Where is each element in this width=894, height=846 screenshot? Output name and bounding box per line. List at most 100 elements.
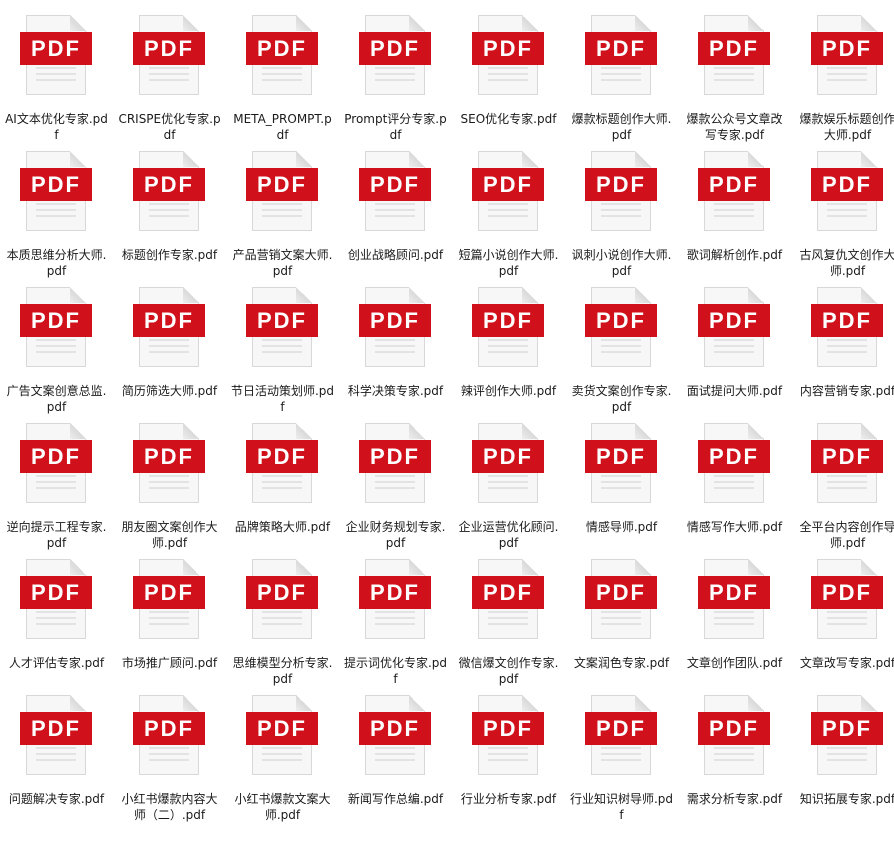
pdf-file-icon: PDF <box>20 423 92 507</box>
file-item[interactable]: PDF 微信爆文创作专家.pdf <box>452 554 565 690</box>
file-item[interactable]: PDF 讽刺小说创作大师.pdf <box>565 146 678 282</box>
file-name: 企业财务规划专家.pdf <box>345 520 446 550</box>
file-item[interactable]: PDF 简历筛选大师.pdf <box>113 282 226 418</box>
file-item[interactable]: PDF 提示词优化专家.pdf <box>339 554 452 690</box>
file-item[interactable]: PDF 小红书爆款文案大师.pdf <box>226 690 339 826</box>
pdf-file-icon: PDF <box>585 559 657 643</box>
file-item[interactable]: PDF 歌词解析创作.pdf <box>678 146 791 282</box>
text-lines-decoration <box>149 611 189 629</box>
file-item[interactable]: PDF 小红书爆款内容大师（二）.pdf <box>113 690 226 826</box>
file-item[interactable]: PDF 产品营销文案大师.pdf <box>226 146 339 282</box>
file-name: 爆款娱乐标题创作大师.pdf <box>799 112 894 142</box>
file-item[interactable]: PDF 爆款标题创作大师.pdf <box>565 10 678 146</box>
pdf-badge: PDF <box>133 32 205 65</box>
file-item[interactable]: PDF 文章创作团队.pdf <box>678 554 791 690</box>
file-name: 讽刺小说创作大师.pdf <box>571 248 672 278</box>
pdf-badge: PDF <box>472 576 544 609</box>
file-item[interactable]: PDF 人才评估专家.pdf <box>0 554 113 690</box>
file-item[interactable]: PDF 文案润色专家.pdf <box>565 554 678 690</box>
file-name: 标题创作专家.pdf <box>121 248 218 262</box>
file-item[interactable]: PDF 行业知识树导师.pdf <box>565 690 678 826</box>
file-item[interactable]: PDF 企业运营优化顾问.pdf <box>452 418 565 554</box>
file-name: 本质思维分析大师.pdf <box>6 248 107 278</box>
text-lines-decoration <box>36 339 76 357</box>
file-item[interactable]: PDF 逆向提示工程专家.pdf <box>0 418 113 554</box>
pdf-file-icon: PDF <box>246 287 318 371</box>
pdf-badge: PDF <box>246 440 318 473</box>
pdf-badge: PDF <box>811 712 883 745</box>
pdf-badge: PDF <box>811 440 883 473</box>
file-item[interactable]: PDF 知识拓展专家.pdf <box>791 690 894 826</box>
file-item[interactable]: PDF 行业分析专家.pdf <box>452 690 565 826</box>
file-item[interactable]: PDF 短篇小说创作大师.pdf <box>452 146 565 282</box>
file-item[interactable]: PDF 需求分析专家.pdf <box>678 690 791 826</box>
file-item[interactable]: PDF CRISPE优化专家.pdf <box>113 10 226 146</box>
file-item[interactable]: PDF 卖货文案创作专家.pdf <box>565 282 678 418</box>
page-fold <box>522 287 538 303</box>
text-lines-decoration <box>375 67 415 85</box>
pdf-file-icon: PDF <box>698 423 770 507</box>
file-item[interactable]: PDF 思维模型分析专家.pdf <box>226 554 339 690</box>
pdf-badge: PDF <box>359 304 431 337</box>
pdf-file-icon: PDF <box>698 15 770 99</box>
page-fold <box>861 559 877 575</box>
pdf-file-icon: PDF <box>698 559 770 643</box>
file-item[interactable]: PDF 本质思维分析大师.pdf <box>0 146 113 282</box>
page-fold <box>70 151 86 167</box>
file-item[interactable]: PDF META_PROMPT.pdf <box>226 10 339 146</box>
file-item[interactable]: PDF 情感导师.pdf <box>565 418 678 554</box>
file-item[interactable]: PDF 新闻写作总编.pdf <box>339 690 452 826</box>
pdf-badge: PDF <box>585 712 657 745</box>
page-fold <box>522 559 538 575</box>
pdf-badge: PDF <box>698 440 770 473</box>
file-item[interactable]: PDF 标题创作专家.pdf <box>113 146 226 282</box>
file-item[interactable]: PDF 辣评创作大师.pdf <box>452 282 565 418</box>
text-lines-decoration <box>714 611 754 629</box>
file-item[interactable]: PDF 广告文案创意总监.pdf <box>0 282 113 418</box>
file-item[interactable]: PDF 内容营销专家.pdf <box>791 282 894 418</box>
file-name: 知识拓展专家.pdf <box>799 792 894 806</box>
text-lines-decoration <box>827 203 867 221</box>
file-item[interactable]: PDF 面试提问大师.pdf <box>678 282 791 418</box>
file-name: 简历筛选大师.pdf <box>121 384 218 398</box>
page-fold <box>409 695 425 711</box>
pdf-badge: PDF <box>585 304 657 337</box>
file-item[interactable]: PDF SEO优化专家.pdf <box>452 10 565 146</box>
file-grid: PDF AI文本优化专家.pdf PDF CRISPE优化专家.pdf PDF META_… <box>0 0 894 846</box>
text-lines-decoration <box>149 339 189 357</box>
page-fold <box>522 423 538 439</box>
file-item[interactable]: PDF 古风复仇文创作大师.pdf <box>791 146 894 282</box>
pdf-badge: PDF <box>472 32 544 65</box>
file-item[interactable]: PDF 文章改写专家.pdf <box>791 554 894 690</box>
file-item[interactable]: PDF 问题解决专家.pdf <box>0 690 113 826</box>
text-lines-decoration <box>488 611 528 629</box>
file-item[interactable]: PDF 科学决策专家.pdf <box>339 282 452 418</box>
file-item[interactable]: PDF 企业财务规划专家.pdf <box>339 418 452 554</box>
file-item[interactable]: PDF AI文本优化专家.pdf <box>0 10 113 146</box>
pdf-file-icon: PDF <box>20 287 92 371</box>
file-name: 爆款标题创作大师.pdf <box>571 112 672 142</box>
file-name: 面试提问大师.pdf <box>686 384 783 398</box>
file-name: 科学决策专家.pdf <box>347 384 444 398</box>
pdf-badge: PDF <box>359 32 431 65</box>
pdf-badge: PDF <box>811 304 883 337</box>
pdf-file-icon: PDF <box>472 15 544 99</box>
pdf-badge: PDF <box>133 576 205 609</box>
file-name: 辣评创作大师.pdf <box>460 384 557 398</box>
file-item[interactable]: PDF 情感写作大师.pdf <box>678 418 791 554</box>
file-item[interactable]: PDF Prompt评分专家.pdf <box>339 10 452 146</box>
page-fold <box>748 423 764 439</box>
file-item[interactable]: PDF 爆款娱乐标题创作大师.pdf <box>791 10 894 146</box>
file-item[interactable]: PDF 朋友圈文案创作大师.pdf <box>113 418 226 554</box>
pdf-file-icon: PDF <box>698 695 770 779</box>
file-item[interactable]: PDF 市场推广顾问.pdf <box>113 554 226 690</box>
page-fold <box>748 695 764 711</box>
pdf-file-icon: PDF <box>585 151 657 235</box>
file-name: 市场推广顾问.pdf <box>121 656 218 670</box>
file-item[interactable]: PDF 爆款公众号文章改写专家.pdf <box>678 10 791 146</box>
text-lines-decoration <box>827 475 867 493</box>
file-item[interactable]: PDF 全平台内容创作导师.pdf <box>791 418 894 554</box>
file-item[interactable]: PDF 节日活动策划师.pdf <box>226 282 339 418</box>
file-item[interactable]: PDF 创业战略顾问.pdf <box>339 146 452 282</box>
file-item[interactable]: PDF 品牌策略大师.pdf <box>226 418 339 554</box>
